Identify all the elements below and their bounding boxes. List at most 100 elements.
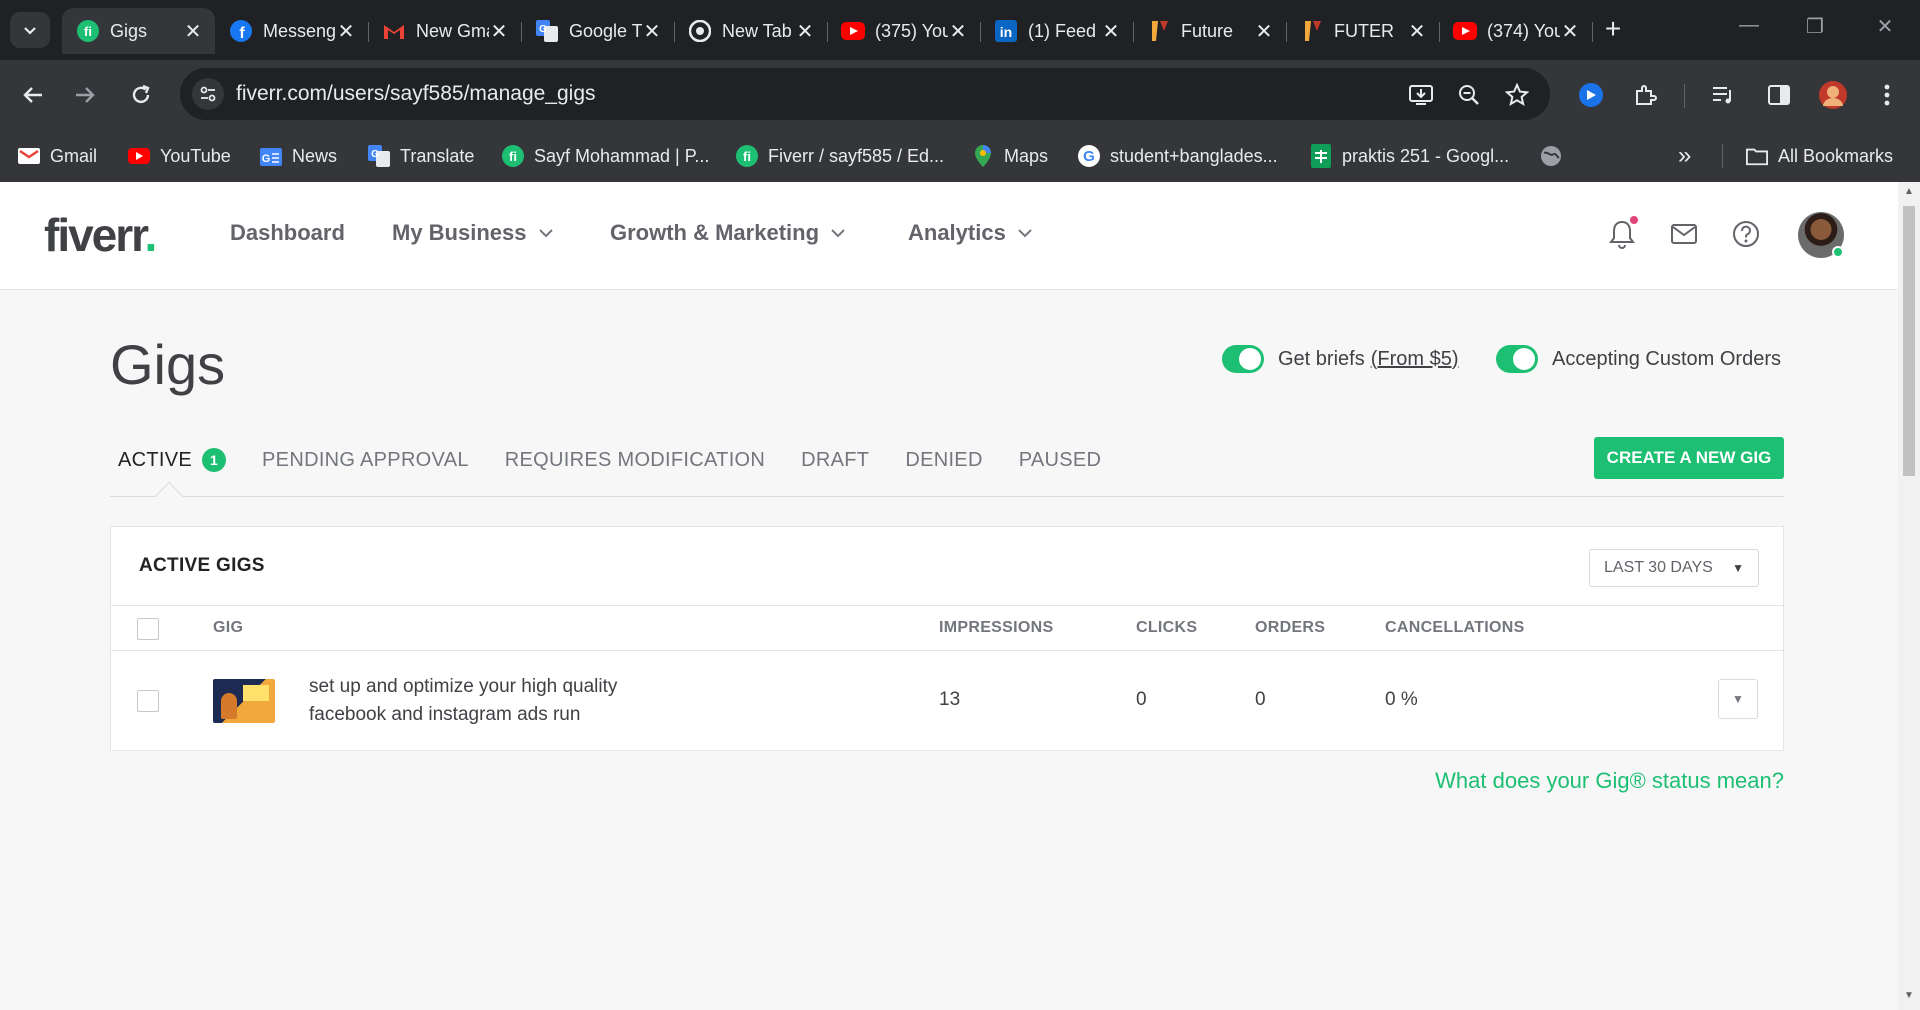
messages-button[interactable] (1666, 216, 1702, 252)
help-icon (1733, 221, 1759, 247)
tab-title: New Gmail (416, 20, 489, 41)
chevron-down-icon (538, 229, 553, 238)
tab-linkedin[interactable]: in (1) Feed | LinkedIn ✕ (980, 8, 1134, 54)
bookmark-globe[interactable] (1540, 142, 1572, 170)
notifications-button[interactable] (1604, 216, 1640, 252)
bookmark-translate[interactable]: G Translate (368, 142, 474, 170)
close-icon[interactable]: ✕ (336, 19, 356, 44)
tab-messenger[interactable]: f Messenger ✕ (215, 8, 369, 54)
bookmark-gmail[interactable]: Gmail (18, 142, 97, 170)
more-bookmarks-button[interactable]: » (1678, 142, 1691, 170)
cancellations-value: 0 % (1385, 689, 1418, 710)
tab-label: PENDING APPROVAL (262, 448, 469, 471)
custom-orders-toggle[interactable] (1496, 345, 1538, 373)
nav-growth-marketing[interactable]: Growth & Marketing (610, 220, 845, 246)
chrome-icon (688, 19, 712, 43)
close-icon[interactable]: ✕ (1407, 19, 1427, 44)
row-checkbox[interactable] (137, 690, 159, 712)
star-icon[interactable] (1502, 80, 1532, 110)
tab-requires-modification[interactable]: REQUIRES MODIFICATION (505, 449, 765, 472)
tab-active[interactable]: ACTIVE 1 (118, 448, 227, 472)
media-control-icon[interactable] (1706, 78, 1740, 112)
close-icon[interactable]: ✕ (489, 19, 509, 44)
help-button[interactable] (1728, 216, 1764, 252)
close-icon[interactable]: ✕ (1254, 19, 1274, 44)
logo-dot: . (144, 209, 158, 261)
select-all-checkbox[interactable] (137, 618, 159, 640)
scroll-thumb[interactable] (1903, 206, 1915, 476)
side-panel-icon[interactable] (1762, 78, 1796, 112)
row-actions-dropdown[interactable]: ▼ (1718, 679, 1758, 719)
bookmark-label: Sayf Mohammad | P... (534, 145, 710, 166)
close-icon[interactable]: ✕ (1101, 19, 1121, 44)
tab-search-button[interactable] (10, 12, 50, 48)
minimize-icon[interactable]: — (1734, 14, 1764, 37)
tab-pending-approval[interactable]: PENDING APPROVAL (262, 449, 469, 472)
extensions-icon[interactable] (1628, 78, 1662, 112)
tab-paused[interactable]: PAUSED (1019, 449, 1102, 472)
nav-analytics[interactable]: Analytics (908, 220, 1032, 246)
get-briefs-label: Get briefs (1278, 347, 1365, 370)
tab-future[interactable]: Future ✕ (1133, 8, 1287, 54)
get-briefs-toggle[interactable] (1222, 345, 1264, 373)
back-button[interactable] (16, 78, 50, 112)
address-bar[interactable]: fiverr.com/users/sayf585/manage_gigs (180, 68, 1550, 120)
create-gig-button[interactable]: CREATE A NEW GIG (1594, 437, 1784, 479)
zoom-icon[interactable] (1454, 80, 1484, 110)
forward-button[interactable] (68, 78, 102, 112)
bookmark-student-bangladesh[interactable]: G student+banglades... (1078, 142, 1278, 170)
nav-my-business[interactable]: My Business (392, 220, 553, 246)
custom-orders-label: Accepting Custom Orders (1552, 347, 1781, 370)
gig-status-help-link[interactable]: What does your Gig® status mean? (1435, 768, 1784, 794)
page-scrollbar[interactable]: ▲ ▼ (1898, 182, 1920, 1010)
reload-button[interactable] (124, 78, 158, 112)
close-icon[interactable]: ✕ (183, 19, 203, 44)
tab-translate[interactable]: G Google Translate ✕ (521, 8, 675, 54)
col-clicks[interactable]: CLICKS (1136, 619, 1197, 637)
tab-youtube-374[interactable]: (374) YouTube ✕ (1439, 8, 1593, 54)
col-impressions[interactable]: IMPRESSIONS (939, 619, 1053, 637)
bookmark-news[interactable]: G News (260, 142, 337, 170)
tab-draft[interactable]: DRAFT (801, 449, 869, 472)
restore-icon[interactable]: ❐ (1800, 14, 1830, 39)
get-briefs-link[interactable]: (From $5) (1371, 348, 1459, 371)
bookmark-fiverr-profile[interactable]: fi Sayf Mohammad | P... (502, 142, 709, 170)
tab-new-tab[interactable]: New Tab ✕ (674, 8, 828, 54)
profile-avatar-icon[interactable] (1816, 78, 1850, 112)
tab-futer[interactable]: FUTER ✕ (1286, 8, 1440, 54)
close-icon[interactable]: ✕ (795, 19, 815, 44)
new-tab-button[interactable]: + (1598, 13, 1628, 44)
col-orders[interactable]: ORDERS (1255, 619, 1325, 637)
bookmark-praktis-sheet[interactable]: praktis 251 - Googl... (1310, 142, 1509, 170)
col-cancellations[interactable]: CANCELLATIONS (1385, 619, 1525, 637)
close-icon[interactable]: ✕ (948, 19, 968, 44)
google-icon: G (1078, 145, 1100, 167)
period-select[interactable]: LAST 30 DAYS ▼ (1589, 549, 1759, 587)
gig-title-link[interactable]: set up and optimize your high quality fa… (309, 673, 689, 729)
bookmark-fiverr-edit[interactable]: fi Fiverr / sayf585 / Ed... (736, 142, 944, 170)
bookmark-youtube[interactable]: YouTube (128, 142, 231, 170)
bookmark-label: All Bookmarks (1778, 145, 1894, 166)
tab-gmail[interactable]: New Gmail ✕ (368, 8, 522, 54)
more-menu-icon[interactable] (1870, 78, 1904, 112)
all-bookmarks-button[interactable]: All Bookmarks (1746, 142, 1893, 170)
close-icon[interactable]: ✕ (642, 19, 662, 44)
window-close-icon[interactable]: ✕ (1870, 14, 1900, 39)
url-text[interactable]: fiverr.com/users/sayf585/manage_gigs (236, 82, 596, 106)
tab-label: DENIED (905, 448, 983, 471)
extension-blue-icon[interactable] (1574, 78, 1608, 112)
scroll-down-icon[interactable]: ▼ (1903, 990, 1915, 1001)
install-app-icon[interactable] (1406, 80, 1436, 110)
bookmarks-bar: Gmail YouTube G News G Translate fi Sayf… (0, 130, 1920, 182)
tab-youtube-375[interactable]: (375) YouTube ✕ (827, 8, 981, 54)
gig-thumbnail[interactable] (213, 679, 275, 723)
nav-dashboard[interactable]: Dashboard (230, 220, 345, 246)
tab-denied[interactable]: DENIED (905, 449, 982, 472)
tab-label: REQUIRES MODIFICATION (504, 448, 766, 471)
site-info-icon[interactable] (192, 78, 224, 110)
scroll-up-icon[interactable]: ▲ (1903, 186, 1915, 197)
close-icon[interactable]: ✕ (1560, 19, 1580, 44)
fiverr-logo[interactable]: fiverr. (44, 208, 158, 262)
tab-gigs[interactable]: fi Gigs ✕ (62, 8, 215, 54)
bookmark-maps[interactable]: Maps (972, 142, 1048, 170)
